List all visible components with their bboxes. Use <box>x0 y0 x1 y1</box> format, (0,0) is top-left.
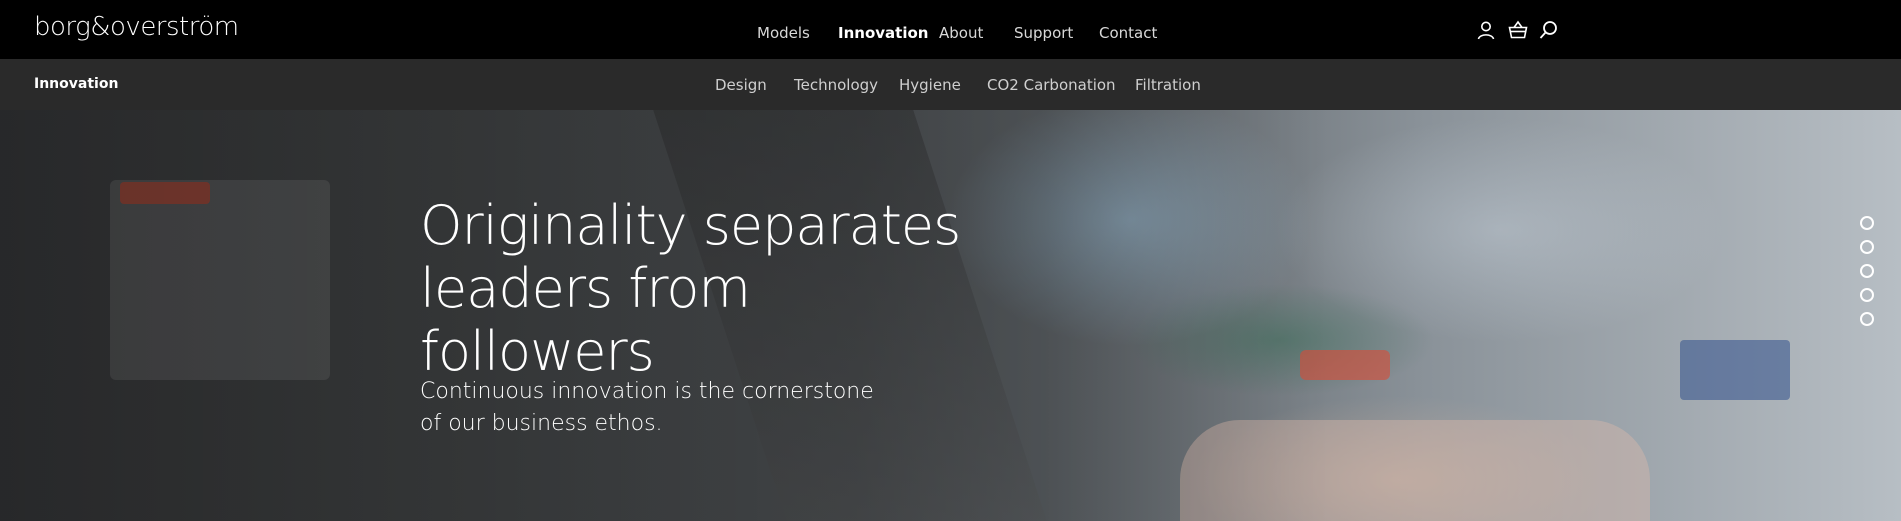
nav-item-contact[interactable]: Contact <box>1099 24 1157 42</box>
slide-dot-4[interactable] <box>1860 288 1874 302</box>
hero-headline-line1: Originality separates <box>420 194 961 257</box>
slide-dot-5[interactable] <box>1860 312 1874 326</box>
account-icon[interactable] <box>1476 20 1496 40</box>
section-title: Innovation <box>34 76 119 92</box>
slide-pagination <box>1860 216 1874 336</box>
subnav-item-filtration[interactable]: Filtration <box>1135 76 1201 94</box>
nav-item-models[interactable]: Models <box>757 24 810 42</box>
basket-icon[interactable] <box>1508 20 1528 40</box>
subnav-item-technology[interactable]: Technology <box>794 76 878 94</box>
subnav-item-co2-carbonation[interactable]: CO2 Carbonation <box>987 76 1116 94</box>
slide-dot-2[interactable] <box>1860 240 1874 254</box>
subnav-item-design[interactable]: Design <box>715 76 767 94</box>
hero-headline: Originality separates leaders from follo… <box>420 194 980 383</box>
sub-header: Innovation Design Technology Hygiene CO2… <box>0 59 1901 110</box>
hero-headline-line2: leaders from followers <box>420 257 751 383</box>
nav-item-about[interactable]: About <box>939 24 983 42</box>
subnav-item-hygiene[interactable]: Hygiene <box>899 76 961 94</box>
nav-item-innovation[interactable]: Innovation <box>838 24 928 42</box>
nav-item-support[interactable]: Support <box>1014 24 1073 42</box>
top-header: borg&overström Models Innovation About S… <box>0 0 1901 59</box>
slide-dot-3[interactable] <box>1860 264 1874 278</box>
hero-banner: Originality separates leaders from follo… <box>0 110 1901 521</box>
search-icon[interactable] <box>1539 20 1559 40</box>
slide-dot-1[interactable] <box>1860 216 1874 230</box>
hero-subheadline: Continuous innovation is the cornerstone… <box>420 379 874 436</box>
main-nav: Models Innovation About Support Contact <box>0 0 1901 59</box>
